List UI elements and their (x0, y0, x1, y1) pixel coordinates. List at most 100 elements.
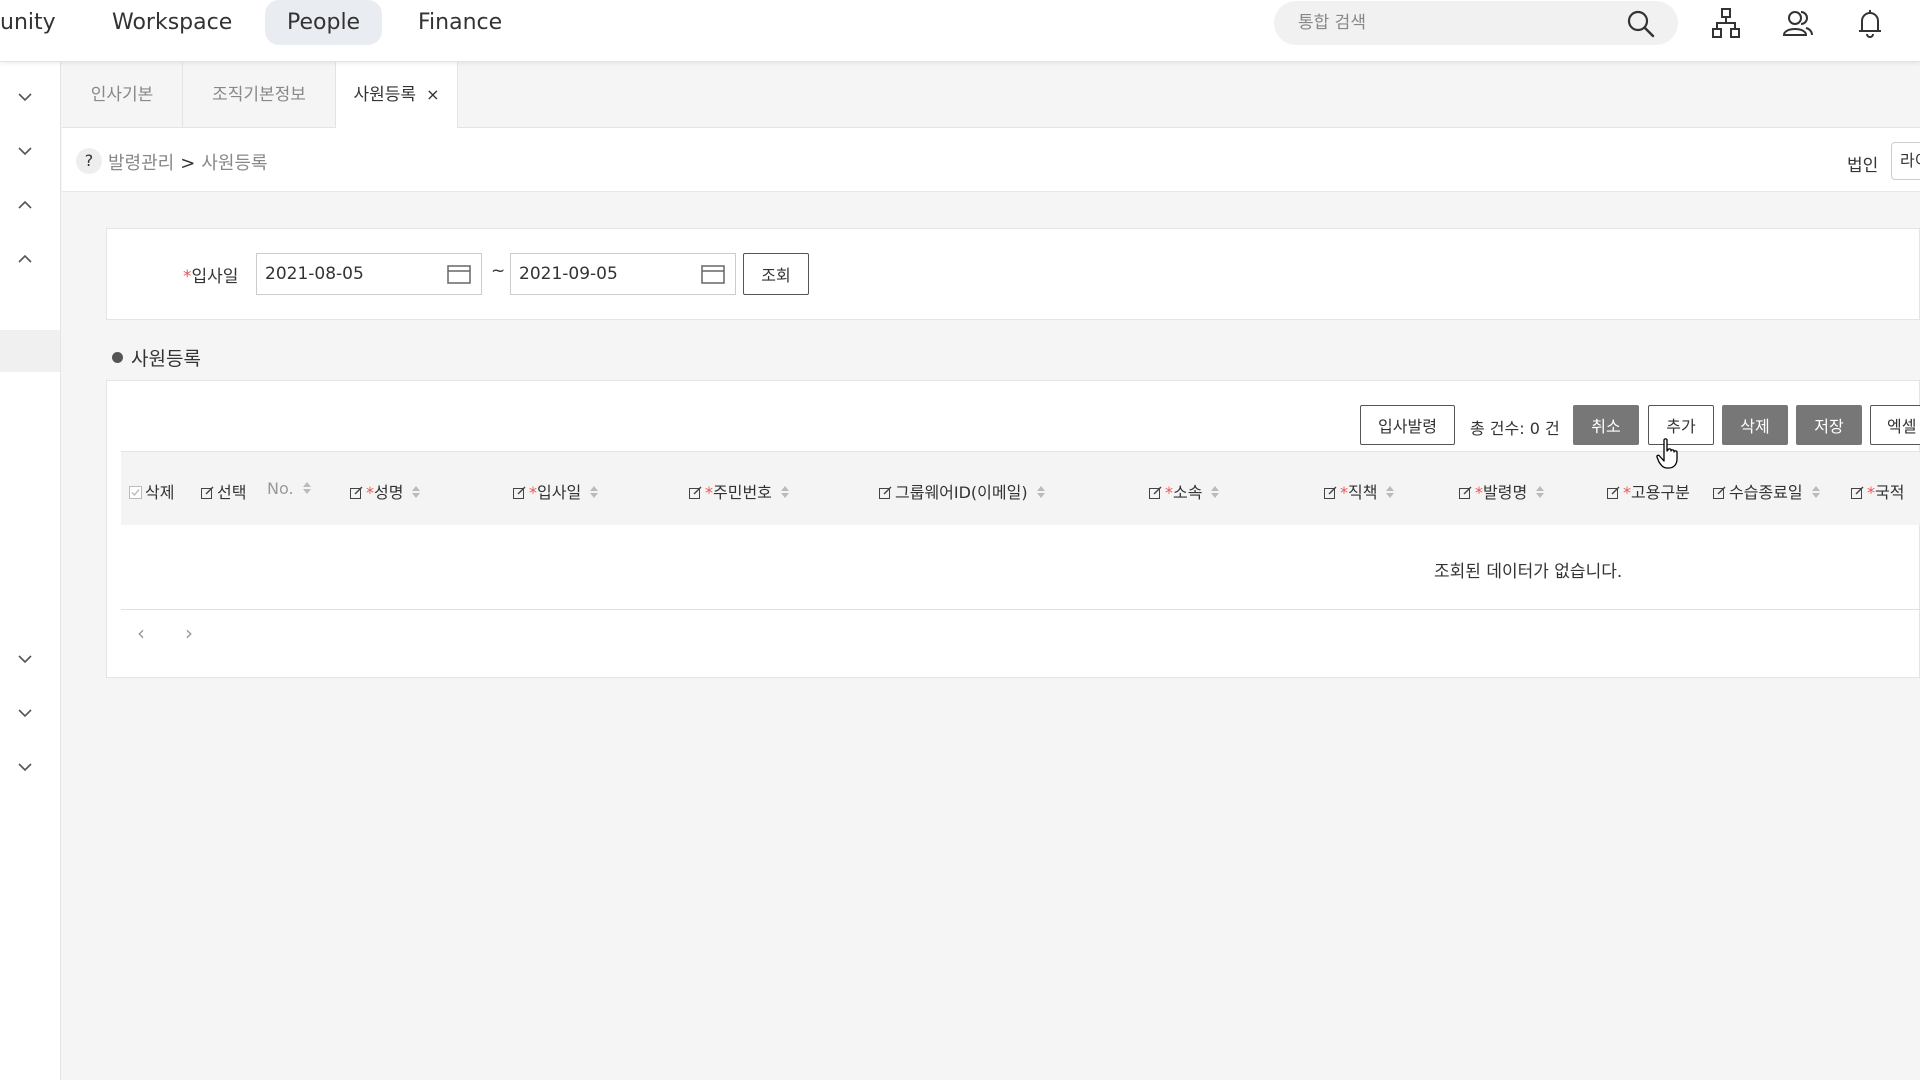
sort-icon[interactable] (589, 484, 599, 498)
column-header-groupware-id[interactable]: 그룹웨어ID(이메일) (879, 479, 1046, 503)
corp-label: 법인 (1847, 156, 1879, 176)
top-navigation: unity Workspace People Finance (0, 0, 1920, 62)
column-header-position[interactable]: *직책 (1324, 479, 1395, 503)
sort-icon[interactable] (411, 484, 421, 498)
column-label: 국적 (1875, 483, 1905, 502)
excel-button[interactable]: 엑셀 (1870, 405, 1920, 445)
save-button[interactable]: 저장 (1796, 405, 1862, 445)
breadcrumb-current: 사원등록 (201, 153, 268, 174)
column-header-department[interactable]: *소속 (1149, 479, 1220, 503)
chevron-down-icon[interactable] (16, 704, 34, 718)
tab-bar: 인사기본 조직기본정보 사원등록 × (62, 62, 1920, 129)
column-header-join-date[interactable]: *입사일 (513, 479, 599, 503)
grid-header: 삭제 선택 No. *성명 *입사일 *주민번호 그룹웨어ID(이메일) *소속… (121, 451, 1920, 525)
nav-item-people[interactable]: People (265, 0, 383, 45)
calendar-icon[interactable] (701, 264, 725, 288)
chevron-down-icon[interactable] (16, 88, 34, 102)
sort-icon[interactable] (1036, 484, 1046, 498)
column-header-select[interactable]: 선택 (201, 479, 246, 503)
global-search (1274, 1, 1678, 45)
nav-item-workspace[interactable]: Workspace (90, 0, 254, 45)
column-header-resident-no[interactable]: *주민번호 (689, 479, 790, 503)
nav-item-finance[interactable]: Finance (396, 0, 524, 45)
chevron-up-icon[interactable] (16, 250, 34, 263)
pager-prev-icon[interactable]: ‹ (137, 621, 145, 645)
search-icon[interactable] (1626, 9, 1656, 43)
column-label: 직책 (1348, 483, 1378, 502)
required-mark: * (1475, 483, 1483, 502)
date-to-input[interactable] (519, 254, 689, 294)
search-button[interactable]: 조회 (743, 253, 809, 295)
join-date-label-text: 입사일 (191, 267, 239, 287)
org-chart-icon[interactable] (1710, 7, 1742, 39)
calendar-icon[interactable] (447, 264, 471, 288)
nav-item-community[interactable]: unity (0, 0, 78, 45)
edit-icon (1459, 484, 1472, 499)
hand-cursor-icon (1656, 438, 1682, 474)
column-header-order-name[interactable]: *발령명 (1459, 479, 1545, 503)
edit-icon (350, 484, 363, 499)
column-label: 소속 (1173, 483, 1203, 502)
column-label: 입사일 (537, 483, 582, 502)
column-header-no[interactable]: No. (267, 479, 312, 498)
pager-next-icon[interactable]: › (185, 621, 193, 645)
issue-order-button[interactable]: 입사발령 (1360, 405, 1455, 445)
sort-icon[interactable] (1385, 484, 1395, 498)
section-title-text: 사원등록 (131, 348, 201, 370)
chevron-down-icon[interactable] (16, 758, 34, 772)
column-header-employment-type[interactable]: *고용구분 (1607, 479, 1690, 503)
column-label: 삭제 (145, 483, 175, 502)
column-header-delete[interactable]: 삭제 (129, 479, 174, 503)
search-filter-panel: *입사일 ~ 조회 (106, 228, 1920, 320)
sort-icon[interactable] (1811, 484, 1821, 498)
tab-label: 사원등록 (353, 85, 417, 105)
breadcrumb-parent[interactable]: 발령관리 (108, 153, 174, 174)
sidebar-active-item[interactable] (0, 330, 60, 372)
corp-select[interactable]: 라이 (1891, 142, 1920, 180)
chevron-down-icon[interactable] (16, 650, 34, 664)
required-mark: * (529, 483, 537, 502)
column-label: 주민번호 (713, 483, 772, 502)
sort-icon[interactable] (780, 484, 790, 498)
help-icon[interactable]: ? (76, 148, 102, 174)
section-title: 사원등록 (112, 344, 201, 371)
date-to-field (510, 253, 736, 295)
chevron-up-icon[interactable] (16, 196, 34, 209)
employee-grid-panel: 입사발령 총 건수: 0 건 취소 추가 삭제 저장 엑셀 삭제 선택 No. … (106, 380, 1920, 678)
column-label: No. (267, 479, 294, 498)
join-date-label: *입사일 (183, 262, 238, 287)
global-search-input[interactable] (1298, 1, 1618, 45)
tab-hr-basic[interactable]: 인사기본 (62, 62, 183, 128)
total-count: 총 건수: 0 건 (1470, 419, 1560, 438)
tab-employee-registration[interactable]: 사원등록 × (336, 62, 458, 129)
column-header-name[interactable]: *성명 (350, 479, 421, 503)
required-mark: * (705, 483, 713, 502)
date-from-field (256, 253, 482, 295)
breadcrumb: 발령관리 > 사원등록 (108, 149, 268, 175)
edit-icon (1851, 484, 1864, 499)
column-label: 고용구분 (1631, 483, 1690, 502)
required-mark: * (1165, 483, 1173, 502)
column-header-probation-end[interactable]: 수습종료일 (1713, 479, 1821, 503)
sort-icon[interactable] (302, 480, 312, 494)
date-from-input[interactable] (265, 254, 435, 294)
left-sidebar (0, 62, 61, 1080)
column-header-nationality[interactable]: *국적 (1851, 479, 1904, 503)
required-mark: * (1867, 483, 1875, 502)
cancel-button[interactable]: 취소 (1573, 405, 1639, 445)
bell-icon[interactable] (1854, 7, 1886, 39)
sort-icon[interactable] (1535, 484, 1545, 498)
edit-icon (1607, 484, 1620, 499)
column-label: 수습종료일 (1729, 483, 1803, 502)
tab-org-basic-info[interactable]: 조직기본정보 (183, 62, 336, 128)
chevron-down-icon[interactable] (16, 142, 34, 156)
close-icon[interactable]: × (426, 85, 439, 104)
column-label: 그룹웨어ID(이메일) (895, 483, 1028, 502)
users-icon[interactable] (1782, 7, 1814, 39)
delete-button[interactable]: 삭제 (1722, 405, 1788, 445)
edit-icon (1324, 484, 1337, 499)
checkbox-icon[interactable] (129, 484, 142, 499)
bullet-icon (112, 352, 123, 363)
sort-icon[interactable] (1210, 484, 1220, 498)
edit-icon (689, 484, 702, 499)
